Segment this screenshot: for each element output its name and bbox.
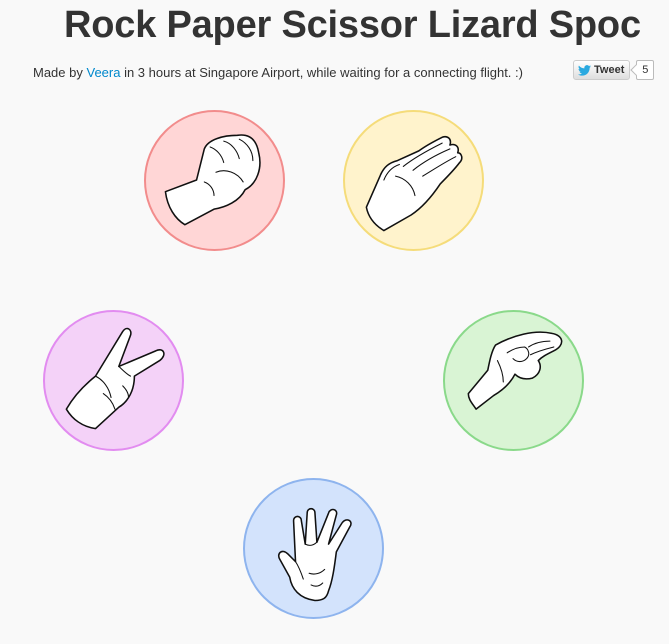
rock-fist-icon (164, 134, 261, 226)
spock-hand-icon (277, 507, 352, 602)
lizard-hand-icon (467, 331, 563, 410)
author-link[interactable]: Veera (86, 65, 120, 80)
game-page: Rock Paper Scissor Lizard Spoc Made by V… (0, 0, 669, 644)
tweet-label: Tweet (594, 64, 625, 76)
credits-prefix: Made by (33, 65, 87, 80)
lizard-choice-button[interactable] (443, 310, 584, 451)
twitter-bird-icon (578, 64, 591, 76)
scissors-hand-icon (65, 327, 165, 430)
spock-choice-button[interactable] (243, 478, 384, 619)
credits-suffix: in 3 hours at Singapore Airport, while w… (120, 65, 523, 80)
page-title: Rock Paper Scissor Lizard Spoc (64, 4, 641, 46)
rock-choice-button[interactable] (144, 110, 285, 251)
tweet-button[interactable]: Tweet (573, 60, 631, 80)
tweet-count: 5 (636, 60, 655, 80)
paper-hand-icon (365, 136, 463, 232)
tweet-widget: Tweet 5 (573, 60, 655, 80)
credits-line: Made by Veera in 3 hours at Singapore Ai… (33, 65, 523, 80)
scissors-choice-button[interactable] (43, 310, 184, 451)
paper-choice-button[interactable] (343, 110, 484, 251)
